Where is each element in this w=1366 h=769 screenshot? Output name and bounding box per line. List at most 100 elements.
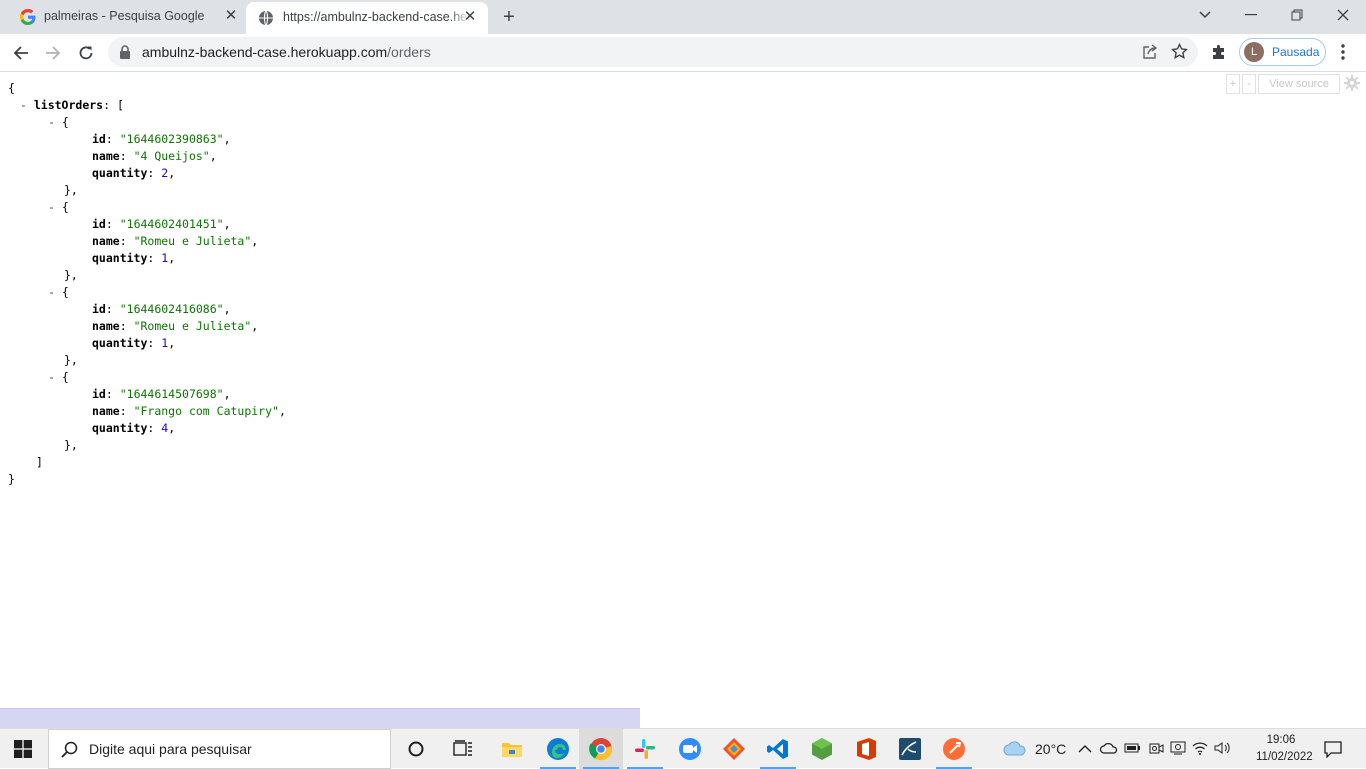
edge-browser-icon [547, 738, 569, 760]
collapse-toggle[interactable]: - [20, 98, 34, 112]
slack-icon [635, 739, 655, 759]
chrome-browser-icon [589, 738, 613, 761]
collapse-all-button[interactable]: - [1242, 74, 1256, 94]
arrow-left-icon [13, 46, 28, 60]
chrome-button[interactable] [579, 729, 623, 769]
tab-search-button[interactable] [1182, 0, 1228, 30]
clock-time: 19:06 [1266, 734, 1296, 746]
new-tab-button[interactable]: + [498, 6, 520, 28]
folder-icon [502, 743, 522, 757]
nodejs-hexagon-icon [812, 738, 832, 760]
file-explorer-button[interactable] [490, 729, 534, 769]
close-tab-icon[interactable]: ✕ [462, 9, 478, 25]
tab-google-search[interactable]: palmeiras - Pesquisa Google ✕ [0, 0, 244, 34]
json-field: name: "Frango com Catupiry", [92, 404, 286, 418]
zoom-button[interactable] [668, 729, 712, 769]
collapse-toggle[interactable]: - [48, 370, 62, 384]
battery-icon[interactable] [1124, 741, 1142, 758]
order-quantity: 2 [161, 166, 169, 180]
bookmark-star-icon[interactable] [1171, 42, 1188, 65]
share-icon[interactable] [1142, 44, 1158, 65]
json-field: id: "1644602416086", [92, 302, 231, 316]
profile-status: Pausada [1272, 45, 1320, 59]
view-source-button[interactable]: View source [1258, 74, 1340, 94]
json-object-open: - { [48, 285, 69, 299]
task-view-icon [453, 740, 472, 756]
gear-icon[interactable] [1344, 75, 1360, 96]
order-id: "1644614507698" [119, 387, 224, 401]
json-field: quantity: 4, [92, 421, 176, 435]
weather-widget[interactable]: 20°C [1003, 729, 1066, 769]
url-text: ambulnz-backend-case.herokuapp.com/order… [142, 44, 431, 60]
json-brace: { [8, 81, 15, 95]
browser-toolbar: ambulnz-backend-case.herokuapp.com/order… [0, 34, 1366, 72]
gitkraken-button[interactable] [712, 729, 756, 769]
profile-button[interactable]: L Pausada [1239, 38, 1326, 66]
json-object-close: }, [64, 268, 78, 282]
display-settings-icon[interactable] [1170, 740, 1186, 759]
close-window-button[interactable] [1320, 0, 1366, 30]
close-tab-icon[interactable]: ✕ [223, 8, 239, 24]
order-name: "4 Queijos" [133, 149, 210, 163]
lock-icon[interactable] [119, 45, 131, 64]
back-button[interactable] [8, 40, 34, 66]
notification-speech-icon [1324, 741, 1342, 758]
bottom-panel-strip [0, 708, 640, 729]
system-tray [1078, 729, 1232, 769]
cloud-weather-icon [1003, 740, 1029, 759]
avatar: L [1244, 42, 1264, 62]
order-name: "Romeu e Julieta" [133, 234, 252, 248]
arrow-right-icon [46, 46, 61, 60]
mysql-workbench-button[interactable] [888, 729, 932, 769]
office-icon [857, 738, 876, 760]
tab-title: palmeiras - Pesquisa Google [44, 9, 205, 23]
order-id: "1644602401451" [119, 217, 224, 231]
globe-icon [258, 10, 274, 26]
wifi-icon[interactable] [1192, 741, 1208, 758]
json-object-close: }, [64, 183, 78, 197]
menu-kebab-icon[interactable] [1336, 43, 1350, 63]
edge-button[interactable] [536, 729, 580, 769]
office-button[interactable] [844, 729, 888, 769]
slack-button[interactable] [623, 729, 667, 769]
nodejs-button[interactable] [800, 729, 844, 769]
order-quantity: 1 [161, 336, 169, 350]
speaker-volume-icon[interactable] [1214, 741, 1232, 758]
clock-date: 11/02/2022 [1256, 751, 1313, 763]
camera-icon[interactable] [1148, 740, 1164, 759]
vscode-button[interactable] [756, 729, 800, 769]
google-g-icon [20, 9, 36, 25]
reload-button[interactable] [73, 40, 99, 66]
cortana-button[interactable] [394, 729, 438, 769]
onedrive-cloud-icon[interactable] [1099, 742, 1118, 757]
extensions-puzzle-icon[interactable] [1210, 43, 1228, 66]
json-array-close: ] [36, 455, 43, 469]
reload-icon [79, 46, 93, 60]
json-object-open: - { [48, 115, 69, 129]
address-bar[interactable]: ambulnz-backend-case.herokuapp.com/order… [108, 37, 1198, 67]
taskbar: Digite aqui para pesquisar 20°C 19:06 11… [0, 728, 1366, 769]
windows-start-icon[interactable] [14, 740, 32, 763]
close-icon [1337, 9, 1349, 21]
postman-button[interactable] [932, 729, 976, 769]
restore-button[interactable] [1274, 0, 1320, 30]
order-name: "Romeu e Julieta" [133, 319, 252, 333]
expand-all-button[interactable]: + [1226, 74, 1240, 94]
forward-button[interactable] [40, 40, 66, 66]
task-view-button[interactable] [441, 729, 485, 769]
collapse-toggle[interactable]: - [48, 200, 62, 214]
taskbar-clock[interactable]: 19:06 11/02/2022 [1256, 732, 1313, 766]
tab-orders[interactable]: https://ambulnz-backend-case.herokuapp.c… [246, 2, 488, 34]
json-field: quantity: 1, [92, 336, 176, 350]
cortana-circle-icon [408, 741, 424, 757]
restore-icon [1291, 9, 1303, 21]
zoom-video-icon [679, 738, 701, 760]
collapse-toggle[interactable]: - [48, 285, 62, 299]
minimize-button[interactable] [1228, 0, 1274, 30]
json-key: listOrders [33, 98, 104, 112]
notifications-button[interactable] [1311, 729, 1355, 769]
taskbar-search-box[interactable]: Digite aqui para pesquisar [48, 729, 391, 769]
postman-icon [943, 738, 965, 760]
chevron-up-icon[interactable] [1078, 742, 1092, 757]
collapse-toggle[interactable]: - [48, 115, 62, 129]
